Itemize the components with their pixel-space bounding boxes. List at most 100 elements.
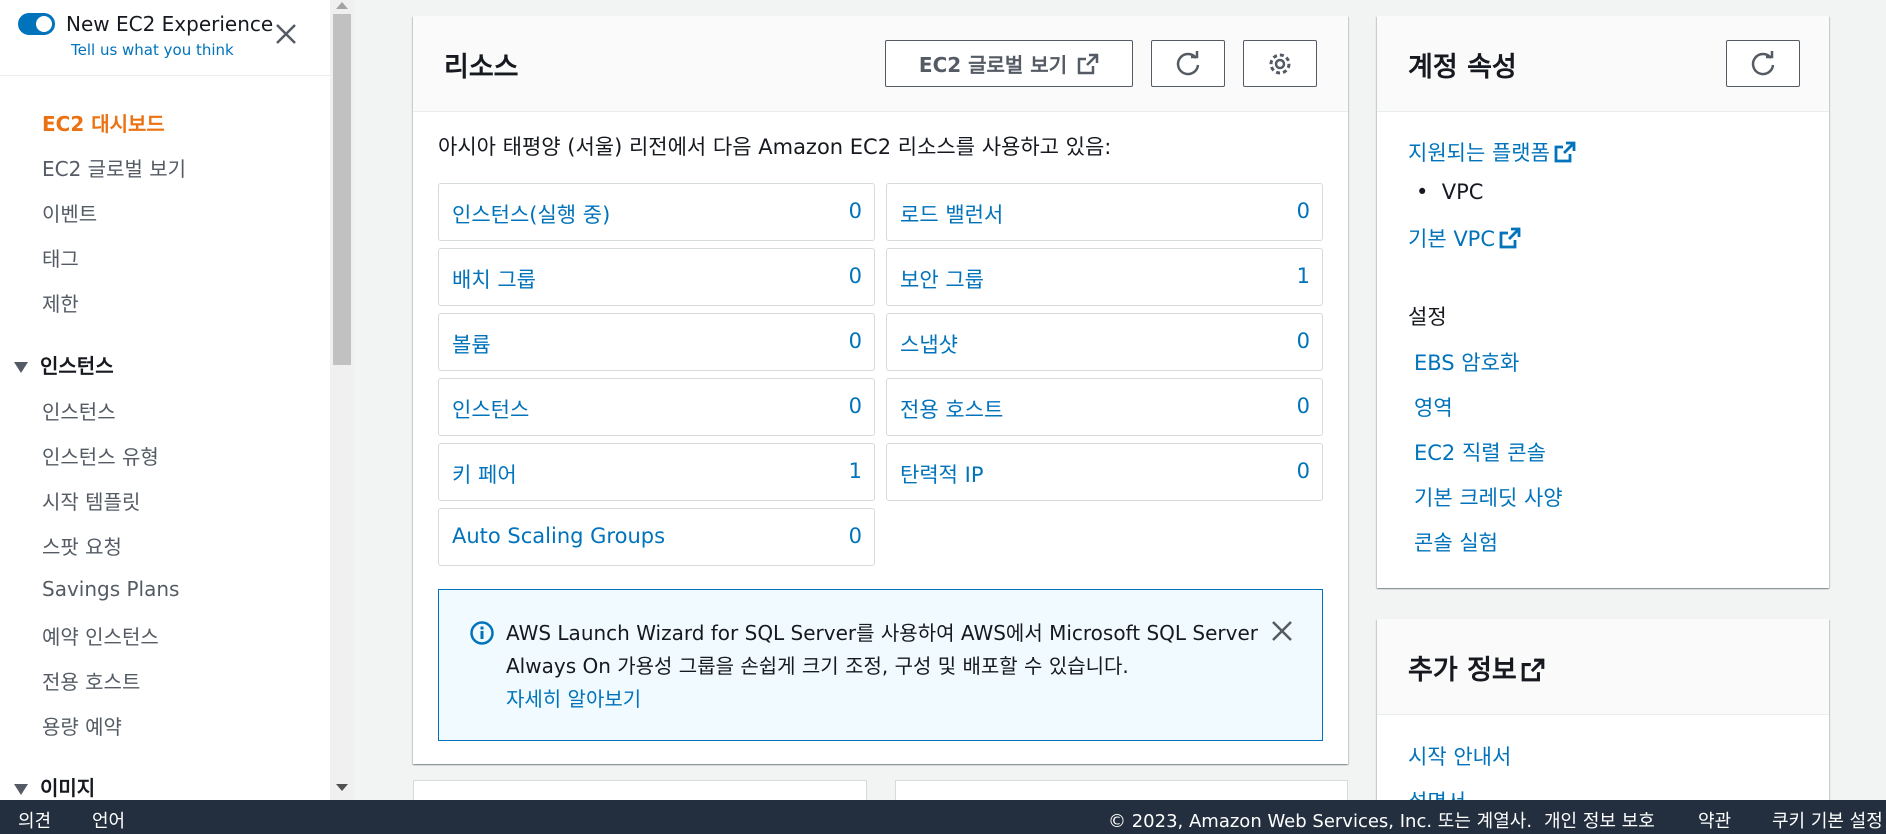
scroll-up-arrow-icon[interactable] [336,2,348,9]
supported-platforms-label: 지원되는 플랫폼 [1408,141,1550,165]
sidebar-scrollbar-thumb[interactable] [333,14,351,365]
resource-name-link[interactable]: Auto Scaling Groups [452,524,665,548]
resource-name-link[interactable]: 키 페어 [452,459,517,489]
setting-link-console-experiments[interactable]: 콘솔 실험 [1414,527,1498,557]
resource-count[interactable]: 0 [1297,459,1310,483]
resource-cell[interactable]: 로드 밸런서 0 [886,183,1323,241]
caret-down-icon [14,784,28,795]
footer-privacy-link[interactable]: 개인 정보 보호 [1544,807,1655,833]
footer-terms-link[interactable]: 약관 [1698,807,1731,833]
resource-cell[interactable]: 보안 그룹 1 [886,248,1323,306]
gear-icon [1266,50,1294,78]
footer-copyright: © 2023, Amazon Web Services, Inc. 또는 계열사… [1108,811,1533,832]
refresh-icon [1174,50,1202,78]
scroll-down-arrow-icon[interactable] [336,784,348,791]
footer: 의견 언어 © 2023, Amazon Web Services, Inc. … [0,800,1886,834]
info-icon [469,620,495,650]
resource-cell[interactable]: 배치 그룹 0 [438,248,875,306]
platform-value: VPC [1441,180,1484,204]
sidebar-item-tags[interactable]: 태그 [42,243,79,272]
learn-more-link[interactable]: 자세히 알아보기 [506,683,641,712]
sidebar-item-events[interactable]: 이벤트 [42,198,97,227]
external-link-icon [1499,227,1521,254]
supported-platforms-link[interactable]: 지원되는 플랫폼 [1408,137,1576,168]
resource-name-link[interactable]: 배치 그룹 [452,264,536,294]
external-link-icon[interactable] [1521,658,1545,689]
sidebar-item-instance-types[interactable]: 인스턴스 유형 [42,441,159,470]
setting-link-default-credit[interactable]: 기본 크레딧 사양 [1414,482,1563,512]
platform-list-item: • VPC [1416,180,1484,204]
resources-intro-text: 아시아 태평양 (서울) 리전에서 다음 Amazon EC2 리소스를 사용하… [438,135,1112,159]
additional-info-title: 추가 정보 [1408,648,1545,689]
setting-link-zones[interactable]: 영역 [1414,392,1453,422]
refresh-icon [1749,50,1777,78]
feedback-link[interactable]: Tell us what you think [71,41,234,59]
sidebar-item-global-view[interactable]: EC2 글로벌 보기 [42,153,186,182]
resources-title: 리소스 [444,52,519,83]
resource-name-link[interactable]: 인스턴스 [452,394,529,424]
resource-name-link[interactable]: 인스턴스(실행 중) [452,199,610,229]
caret-down-icon [14,362,28,373]
setting-link-serial-console[interactable]: EC2 직렬 콘솔 [1414,437,1546,467]
resource-cell[interactable]: 스냅샷 0 [886,313,1323,371]
resource-cell[interactable]: 키 페어 1 [438,443,875,501]
footer-feedback-link[interactable]: 의견 [18,807,51,833]
resource-cell[interactable]: 인스턴스 0 [438,378,875,436]
sidebar-item-reserved-instances[interactable]: 예약 인스턴스 [42,621,159,650]
resource-count[interactable]: 0 [1297,199,1310,223]
resource-cell[interactable]: Auto Scaling Groups 0 [438,508,875,566]
resource-name-link[interactable]: 스냅샷 [900,329,958,359]
resource-cell[interactable]: 탄력적 IP 0 [886,443,1323,501]
sidebar: New EC2 Experience Tell us what you thin… [0,0,330,800]
sidebar-item-ec2-dashboard[interactable]: EC2 대시보드 [42,108,165,137]
launch-wizard-info-alert: AWS Launch Wizard for SQL Server를 사용하여 A… [438,589,1323,741]
getting-started-link[interactable]: 시작 안내서 [1408,741,1511,771]
refresh-button[interactable] [1151,40,1225,87]
default-vpc-label: 기본 VPC [1408,227,1496,251]
sidebar-item-limits[interactable]: 제한 [42,288,79,317]
footer-cookie-preferences-link[interactable]: 쿠키 기본 설정 [1772,807,1883,833]
resource-count[interactable]: 0 [849,264,862,288]
resource-name-link[interactable]: 로드 밸런서 [900,199,1003,229]
sidebar-section-images[interactable]: 이미지 [14,772,95,800]
resource-cell[interactable]: 인스턴스(실행 중) 0 [438,183,875,241]
sidebar-item-capacity-reservations[interactable]: 용량 예약 [42,711,122,740]
resource-name-link[interactable]: 보안 그룹 [900,264,984,294]
sidebar-item-spot-requests[interactable]: 스팟 요청 [42,531,122,560]
account-attributes-header: 계정 속성 [1377,16,1829,112]
sidebar-item-launch-templates[interactable]: 시작 템플릿 [42,486,140,515]
external-link-icon [1077,53,1099,75]
sidebar-section-instances[interactable]: 인스턴스 [14,350,114,379]
resource-count[interactable]: 0 [849,199,862,223]
resource-count[interactable]: 0 [849,394,862,418]
sidebar-item-instances[interactable]: 인스턴스 [42,396,116,425]
resource-count[interactable]: 0 [849,329,862,353]
resource-cell[interactable]: 볼륨 0 [438,313,875,371]
close-icon[interactable] [272,20,300,48]
setting-link-ebs-encryption[interactable]: EBS 암호화 [1414,347,1519,377]
sidebar-item-savings-plans[interactable]: Savings Plans [42,577,179,601]
resource-name-link[interactable]: 탄력적 IP [900,459,984,489]
default-vpc-link[interactable]: 기본 VPC [1408,223,1521,254]
resource-name-link[interactable]: 볼륨 [452,329,491,359]
new-experience-toggle[interactable] [18,13,55,35]
resource-count[interactable]: 0 [1297,394,1310,418]
close-icon[interactable] [1269,618,1295,648]
sidebar-section-label: 이미지 [40,776,96,800]
sidebar-item-dedicated-hosts[interactable]: 전용 호스트 [42,666,140,695]
resource-name-link[interactable]: 전용 호스트 [900,394,1003,424]
refresh-button[interactable] [1726,40,1800,87]
resource-count[interactable]: 0 [1297,329,1310,353]
resource-count[interactable]: 0 [849,524,862,548]
footer-language-link[interactable]: 언어 [92,807,125,833]
settings-label: 설정 [1408,305,1447,329]
resource-count[interactable]: 1 [1297,264,1310,288]
new-experience-header: New EC2 Experience Tell us what you thin… [0,0,330,76]
additional-info-title-label: 추가 정보 [1408,655,1517,686]
resource-count[interactable]: 1 [849,459,862,483]
external-link-icon [1554,141,1576,168]
resource-cell[interactable]: 전용 호스트 0 [886,378,1323,436]
ec2-global-view-button[interactable]: EC2 글로벌 보기 [885,40,1133,87]
resources-panel-header: 리소스 EC2 글로벌 보기 [413,16,1348,112]
settings-button[interactable] [1243,40,1317,87]
